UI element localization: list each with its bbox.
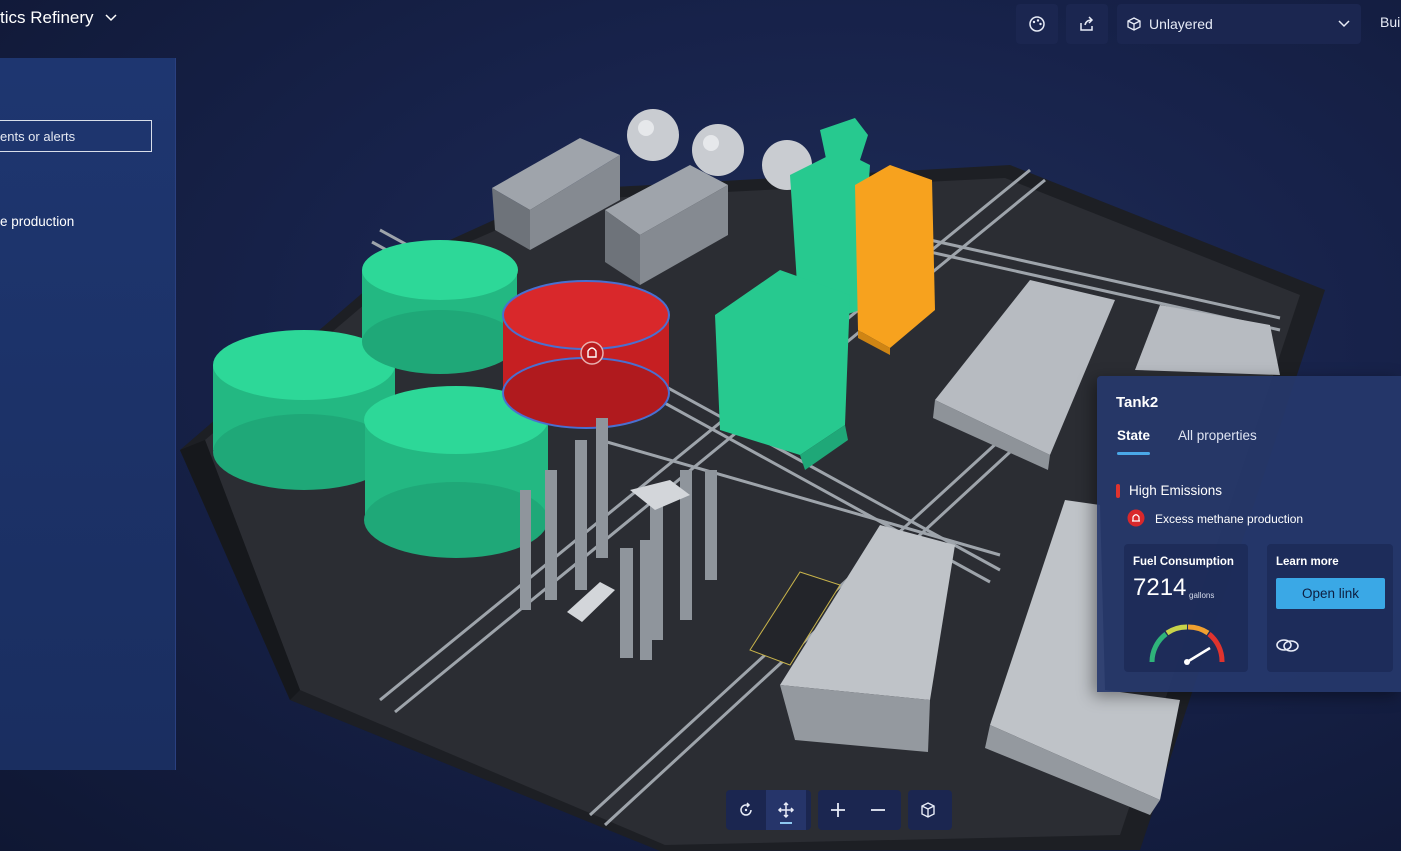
status-indicator [1116, 484, 1120, 498]
learn-more-widget: Learn more Open link [1267, 544, 1393, 672]
zoom-in-button[interactable] [818, 790, 858, 830]
3d-view-button[interactable] [908, 790, 948, 830]
chevron-down-icon [105, 14, 117, 22]
rotate-button[interactable] [726, 790, 766, 830]
active-tab-indicator [1117, 452, 1150, 455]
metric-unit: gallons [1189, 591, 1215, 600]
chevron-down-icon [1338, 20, 1350, 28]
status-title: High Emissions [1129, 483, 1223, 498]
share-icon [1080, 16, 1094, 31]
digital-twin-viewer: tics Refinery Unlayered Bui e production [0, 0, 1401, 851]
explorer-panel: e production [0, 58, 176, 770]
search-input[interactable] [0, 120, 152, 152]
zoom-toolbar [818, 790, 901, 830]
palette-icon [1029, 16, 1045, 32]
alert-list-item[interactable]: e production [0, 214, 74, 229]
alert-marker-icon[interactable] [580, 341, 604, 365]
element-details-card: Tank2 State All properties High Emission… [1097, 376, 1401, 692]
twin-title-dropdown[interactable]: tics Refinery [0, 8, 118, 28]
share-button[interactable] [1066, 4, 1108, 44]
tab-all-properties[interactable]: All properties [1178, 428, 1257, 443]
palette-button[interactable] [1016, 4, 1058, 44]
open-link-button[interactable]: Open link [1276, 578, 1385, 609]
alert-description: Excess methane production [1155, 512, 1304, 526]
pan-button[interactable] [766, 790, 806, 830]
gauge-chart [1149, 624, 1225, 665]
tank-2-alert[interactable] [502, 280, 670, 429]
pan-icon [777, 801, 795, 819]
link-icon[interactable] [1275, 636, 1301, 654]
metric-value: 7214 [1133, 574, 1187, 601]
zoom-out-button[interactable] [858, 790, 898, 830]
cube-icon [1127, 17, 1141, 31]
layer-selector[interactable]: Unlayered [1117, 4, 1361, 44]
twin-title: tics Refinery [0, 8, 94, 27]
metric-label: Fuel Consumption [1133, 556, 1234, 568]
alert-bell-icon [1127, 509, 1145, 527]
3d-view-icon [921, 802, 935, 818]
view-toolbar [908, 790, 952, 830]
tab-state[interactable]: State [1117, 428, 1150, 443]
card-title: Tank2 [1116, 394, 1159, 411]
tank-3[interactable] [362, 240, 518, 374]
rotate-icon [740, 802, 752, 816]
navigation-toolbar [726, 790, 811, 830]
storage-spheres [627, 109, 812, 190]
zoom-in-icon [831, 803, 845, 817]
fuel-consumption-widget: Fuel Consumption 7214 gallons [1124, 544, 1248, 672]
layer-selector-value: Unlayered [1149, 16, 1213, 32]
zoom-out-icon [871, 809, 885, 811]
link-label: Learn more [1276, 556, 1339, 568]
build-button[interactable]: Bui [1380, 14, 1400, 30]
